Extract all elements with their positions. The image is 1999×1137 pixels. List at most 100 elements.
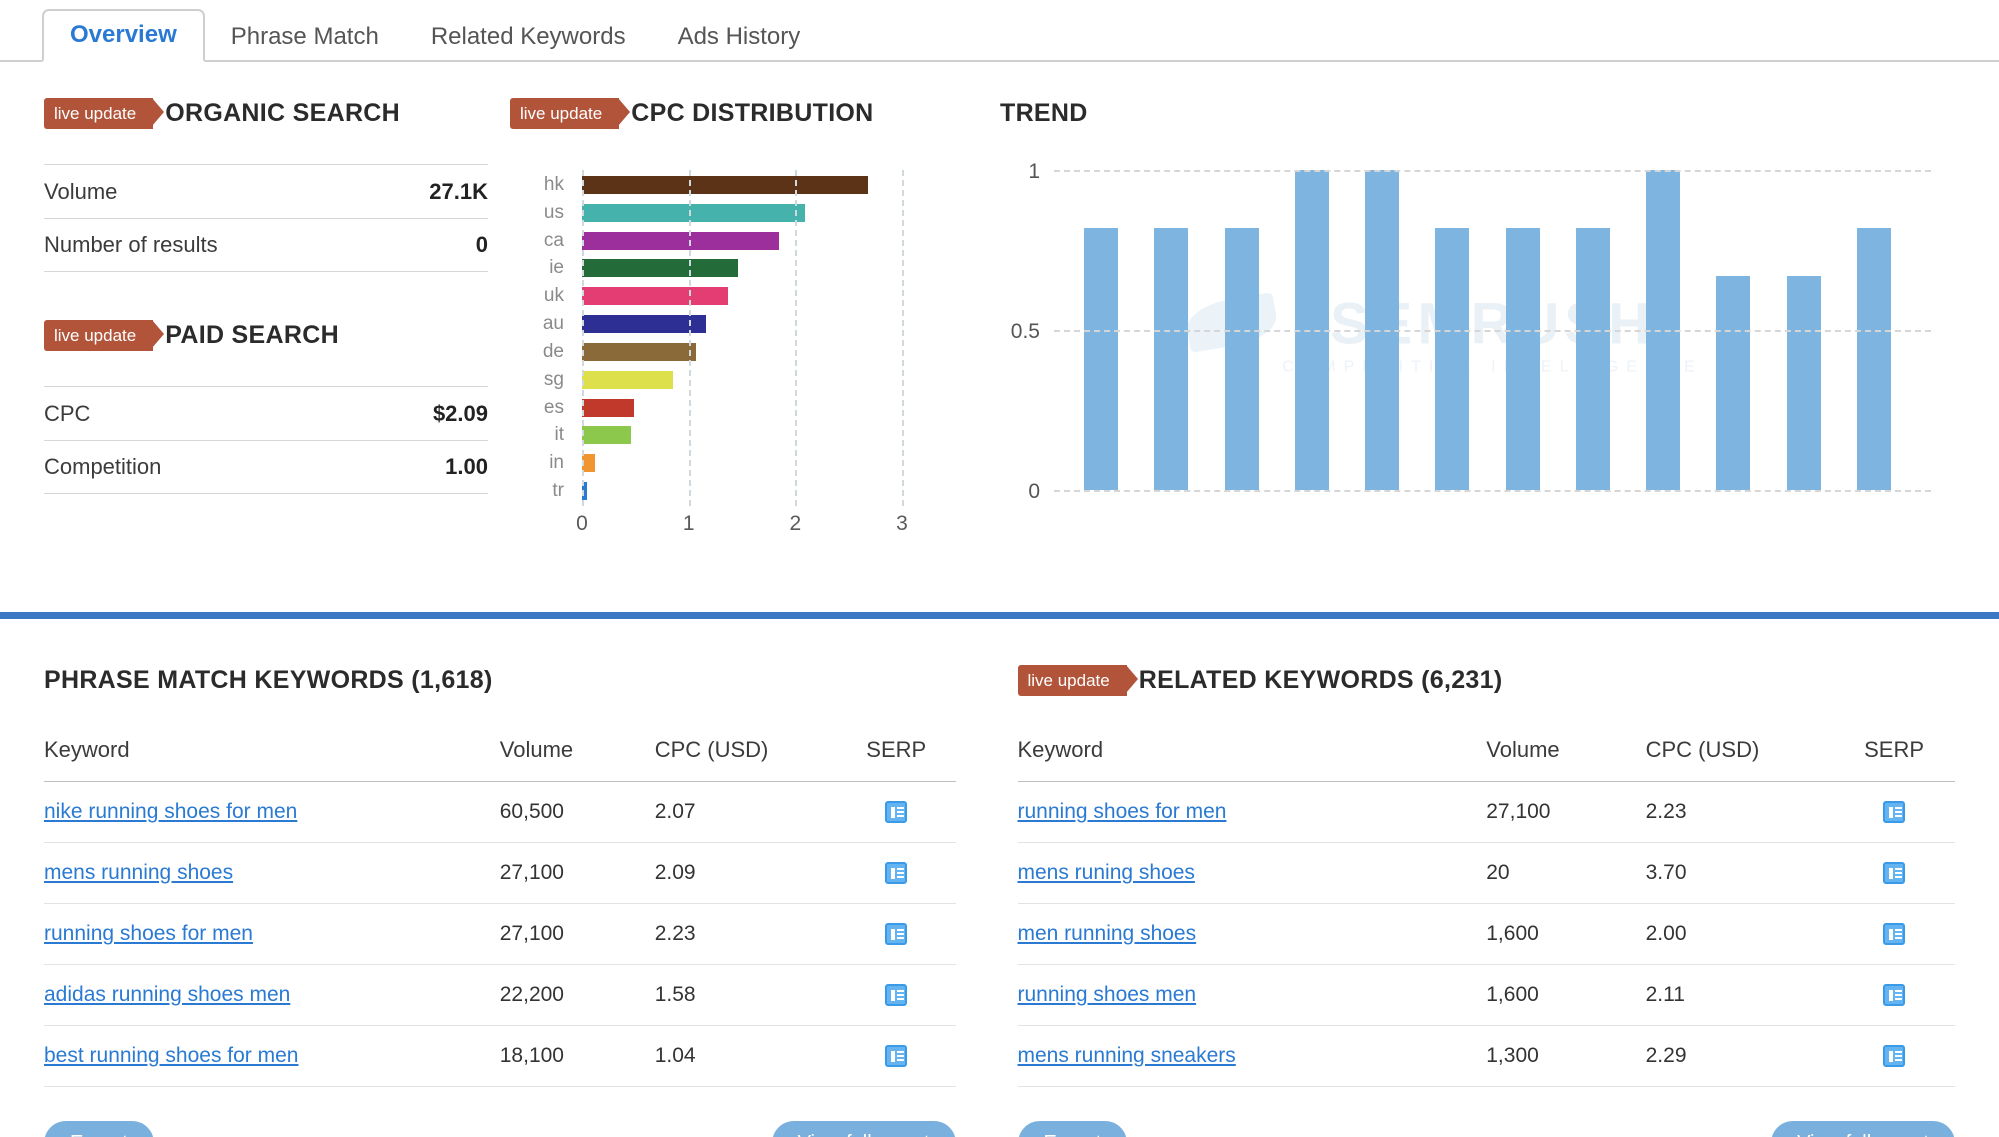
keyword-link[interactable]: running shoes men (1018, 983, 1197, 1006)
volume-cell: 20 (1486, 842, 1646, 904)
metric-row-volume: Volume 27.1K (44, 164, 488, 218)
view-full-report-button[interactable]: View full report (771, 1121, 956, 1137)
cpc-x-tick-label: 0 (576, 512, 588, 535)
cpc-bar (582, 231, 780, 250)
column-header-serp: SERP (1833, 737, 1955, 782)
trend-bar (1224, 227, 1259, 490)
trend-bar (1856, 227, 1891, 490)
column-header-keyword: Keyword (44, 737, 500, 782)
table-row: mens running sneakers 1,300 2.29 (1017, 1025, 1955, 1087)
tab-bar: Overview Phrase Match Related Keywords A… (0, 0, 1999, 62)
paid-search-metrics: CPC $2.09 Competition 1.00 (44, 386, 488, 494)
cpc-category-label: ie (549, 257, 564, 279)
cpc-distribution-column: live update CPC DISTRIBUTION hk us ca ie uk a… (510, 96, 1000, 602)
trend-y-tick-label: 0 (1028, 480, 1040, 503)
cpc-category-label: es (543, 396, 564, 418)
cpc-category-label: hk (543, 174, 564, 195)
organic-search-header: live update ORGANIC SEARCH (44, 96, 510, 130)
trend-bar (1505, 227, 1540, 490)
keyword-cell: running shoes men (1017, 964, 1487, 1026)
serp-icon[interactable] (885, 923, 908, 946)
column-header-keyword: Keyword (1017, 737, 1487, 782)
metric-label-volume: Volume (44, 178, 118, 204)
cpc-bar-row: au (543, 313, 902, 335)
view-full-report-button[interactable]: View full report (1771, 1121, 1955, 1137)
keyword-link[interactable]: running shoes for men (44, 922, 253, 945)
export-button[interactable]: Export (1017, 1121, 1128, 1137)
column-header-cpc: CPC (USD) (1645, 737, 1834, 782)
serp-icon[interactable] (1883, 984, 1906, 1007)
table-row: nike running shoes for men 60,500 2.07 (44, 781, 956, 843)
volume-cell: 18,100 (499, 1025, 655, 1087)
serp-icon[interactable] (885, 862, 908, 885)
cpc-category-label: tr (552, 479, 564, 501)
serp-icon[interactable] (1883, 801, 1906, 824)
trend-y-tick-label: 0.5 (1010, 320, 1040, 343)
volume-cell: 1,300 (1486, 1025, 1646, 1087)
phrase-match-block: PHRASE MATCH KEYWORDS (1,618) Keyword Vo… (0, 663, 1000, 1137)
trend-y-tick-label: 1 (1028, 160, 1040, 183)
keyword-link[interactable]: nike running shoes for men (44, 800, 297, 823)
cpc-plot-area: hk us ca ie uk au de sg es it in tr (543, 170, 904, 506)
metric-label-competition: Competition (44, 454, 162, 479)
trend-bar (1084, 227, 1118, 490)
cpc-cell: 2.29 (1645, 1025, 1834, 1087)
keyword-link[interactable]: men running shoes (1018, 922, 1197, 945)
metric-label-number-of-results: Number of results (44, 232, 218, 257)
cpc-bar-row: sg (544, 369, 902, 391)
volume-cell: 22,200 (499, 964, 655, 1026)
table-header-row: Keyword Volume CPC (USD) SERP (1017, 737, 1955, 782)
live-update-badge: live update (510, 97, 631, 129)
cpc-bar (582, 315, 706, 334)
serp-cell (1833, 964, 1955, 1026)
serp-icon[interactable] (885, 1045, 908, 1068)
cpc-cell: 1.58 (654, 964, 837, 1026)
cpc-category-label: sg (543, 368, 564, 390)
serp-icon[interactable] (1883, 923, 1906, 946)
keyword-cell: running shoes for men (1017, 781, 1487, 843)
keyword-tables-row: PHRASE MATCH KEYWORDS (1,618) Keyword Vo… (0, 619, 1999, 1137)
serp-cell (837, 781, 956, 843)
metric-value-cpc: $2.09 (432, 400, 488, 426)
keyword-link[interactable]: mens running sneakers (1018, 1044, 1236, 1067)
serp-icon[interactable] (1883, 862, 1906, 885)
table-row: men running shoes 1,600 2.00 (1017, 903, 1955, 965)
metrics-spacer (44, 272, 510, 318)
tab-overview[interactable]: Overview (42, 9, 205, 62)
live-update-badge: live update (1017, 664, 1138, 696)
volume-cell: 27,100 (499, 842, 655, 904)
cpc-x-axis: 0 1 2 3 (576, 512, 908, 542)
cpc-bar-row: us (544, 202, 902, 224)
cpc-bar (582, 203, 805, 222)
cpc-cell: 2.09 (654, 842, 837, 904)
serp-cell (837, 903, 956, 965)
related-keywords-title: RELATED KEYWORDS (6,231) (1138, 665, 1503, 694)
serp-cell (837, 964, 956, 1026)
keyword-cell: men running shoes (1017, 903, 1487, 965)
keyword-link[interactable]: mens runing shoes (1018, 861, 1195, 884)
keyword-link[interactable]: best running shoes for men (44, 1044, 298, 1067)
cpc-category-label: it (554, 424, 565, 446)
cpc-bar-row: in (549, 452, 902, 474)
trend-title: TREND (1000, 98, 1088, 127)
metric-row-number-of-results: Number of results 0 (44, 218, 488, 272)
serp-icon[interactable] (885, 801, 908, 824)
cpc-cell: 3.70 (1645, 842, 1834, 904)
table-row: running shoes for men 27,100 2.23 (44, 903, 956, 965)
keyword-link[interactable]: running shoes for men (1018, 800, 1227, 823)
serp-cell (1833, 842, 1955, 904)
keyword-link[interactable]: mens running shoes (44, 861, 233, 884)
serp-icon[interactable] (1883, 1045, 1906, 1068)
export-button[interactable]: Export (44, 1121, 154, 1137)
keyword-cell: mens running shoes (44, 842, 500, 904)
cpc-category-label: us (543, 201, 564, 223)
tab-ads-history[interactable]: Ads History (652, 13, 827, 62)
cpc-category-label: ca (543, 229, 564, 251)
related-keywords-block: live update RELATED KEYWORDS (6,231) Key… (1000, 663, 1999, 1137)
related-keywords-header: live update RELATED KEYWORDS (6,231) (1017, 663, 1956, 697)
serp-icon[interactable] (885, 984, 908, 1007)
tab-phrase-match[interactable]: Phrase Match (205, 13, 405, 62)
phrase-match-header: PHRASE MATCH KEYWORDS (1,618) (44, 663, 956, 697)
tab-related-keywords[interactable]: Related Keywords (405, 13, 652, 62)
keyword-link[interactable]: adidas running shoes men (44, 983, 290, 1006)
